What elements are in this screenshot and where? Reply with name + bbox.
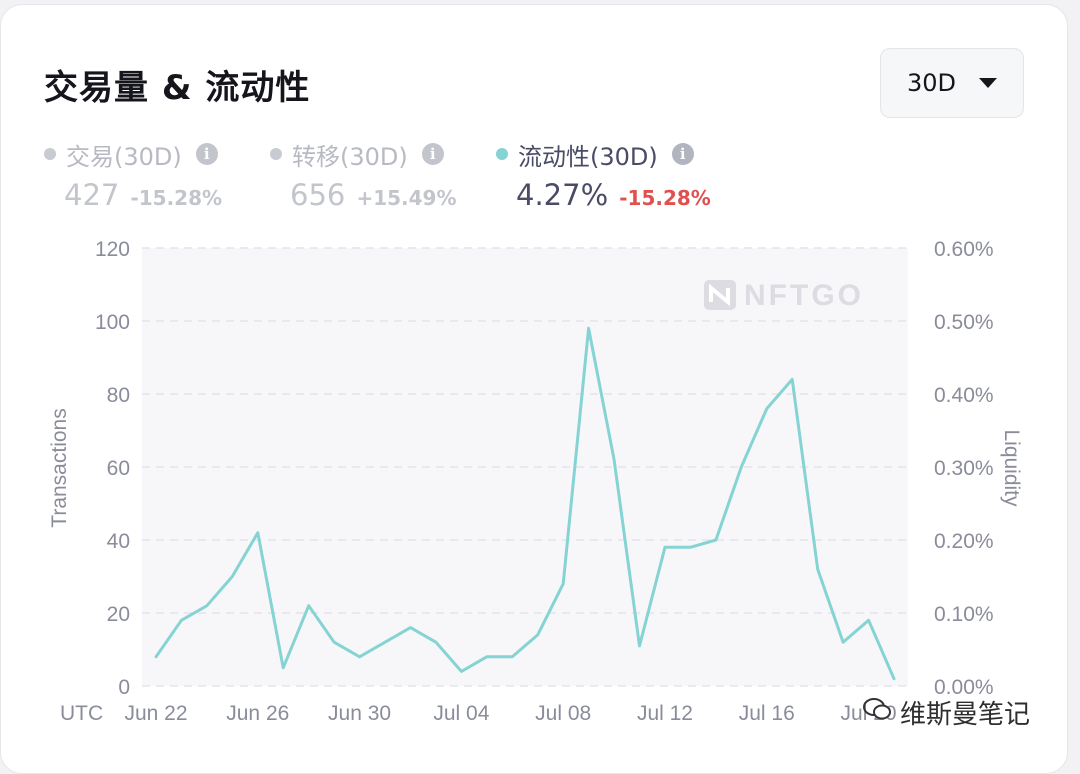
- y-tick-label: 0: [118, 676, 130, 699]
- y2-tick-label: 0.60%: [934, 238, 994, 261]
- y2-axis-label: Liquidity: [1000, 429, 1023, 507]
- y2-tick-label: 0.10%: [934, 603, 994, 626]
- x-timezone-label: UTC: [60, 702, 103, 725]
- y-axis-right: 0.00%0.10%0.20%0.30%0.40%0.50%0.60%: [934, 238, 994, 699]
- watermark-text: 维斯曼笔记: [900, 700, 1031, 730]
- x-tick-label: Jul 16: [739, 702, 795, 725]
- x-tick-label: Jun 22: [124, 702, 187, 725]
- wechat-icon: [863, 698, 891, 720]
- y-axis-left: 0 20 40 60 80 100 120: [95, 238, 130, 699]
- x-tick-label: Jul 08: [535, 702, 591, 725]
- chart-brand-logo: NFTGO: [704, 279, 864, 312]
- x-tick-label: Jun 30: [328, 702, 391, 725]
- y-tick-label: 120: [95, 238, 130, 261]
- y-tick-label: 100: [95, 311, 130, 334]
- y2-tick-label: 0.30%: [934, 457, 994, 480]
- y2-tick-label: 0.50%: [934, 311, 994, 334]
- x-tick-label: Jul 04: [433, 702, 489, 725]
- y-tick-label: 80: [107, 384, 130, 407]
- liquidity-line-chart: NFTGO 020406080100120 0.00%0.10%0.20%0.3…: [48, 238, 1023, 725]
- y2-tick-label: 0.20%: [934, 530, 994, 553]
- x-tick-label: Jul 12: [637, 702, 693, 725]
- y-axis-label: Transactions: [48, 408, 71, 527]
- brand-logo-text: NFTGO: [744, 279, 864, 312]
- y-tick-label: 40: [107, 530, 130, 553]
- y2-tick-label: 0.40%: [934, 384, 994, 407]
- y-tick-label: 20: [107, 603, 130, 626]
- x-axis: UTC Jun 22 Jun 26 Jun 30 Jul 04 Jul 08 Jul 12 J…: [60, 702, 897, 725]
- x-tick-label: Jun 26: [226, 702, 289, 725]
- y-tick-label: 60: [107, 457, 130, 480]
